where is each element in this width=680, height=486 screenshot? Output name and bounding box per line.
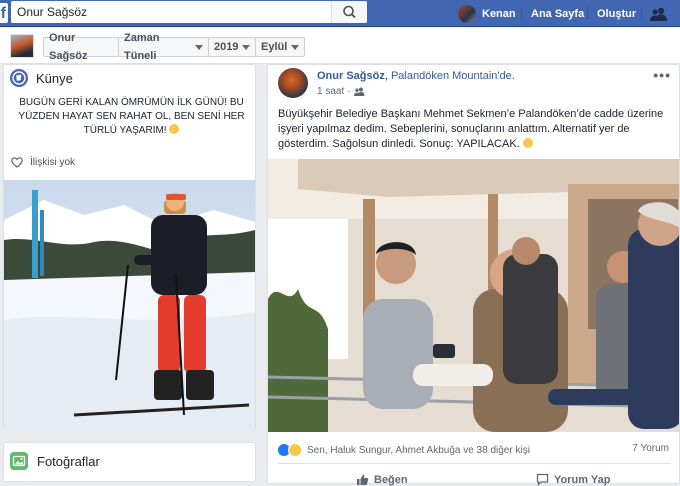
post-options-button[interactable]: ••• [653, 67, 671, 83]
post-photo[interactable] [268, 159, 679, 432]
reactions-summary[interactable]: Sen, Haluk Sungur, Ahmet Akbuğa ve 38 di… [277, 443, 530, 457]
nav-divider [587, 7, 588, 20]
thumbs-up-icon [357, 474, 369, 485]
comment-label: Yorum Yap [554, 473, 611, 486]
like-label: Beğen [374, 473, 408, 486]
reactions-text: Sen, Haluk Sungur, Ahmet Akbuğa ve 38 di… [307, 444, 530, 456]
nav-create-label: Oluştur [597, 7, 637, 20]
nav-profile-link[interactable]: Kenan [458, 0, 516, 27]
photos-icon [10, 452, 28, 470]
nav-profile-name: Kenan [482, 7, 516, 20]
search-input[interactable] [11, 1, 331, 23]
profile-thumbnail[interactable] [10, 34, 34, 58]
relationship-status: İlişkisi yok [11, 157, 75, 168]
meta-dot: · [347, 86, 351, 97]
photos-header: Fotoğraflar [10, 452, 100, 470]
nav-home-label: Ana Sayfa [531, 7, 585, 20]
post-body: Büyükşehir Belediye Başkanı Mehmet Sekme… [278, 108, 664, 150]
chevron-down-icon [242, 44, 251, 50]
divider [278, 463, 671, 464]
post-author-line: Onur Sağsöz, Palandöken Mountain'de. [317, 70, 515, 82]
intro-card: Künye BUGÜN GERİ KALAN ÖMRÜMÜN İLK GÜNÜ!… [3, 64, 256, 432]
post-meta: 1 saat · [317, 86, 365, 97]
globe-icon [10, 69, 28, 87]
post-author-separator: , [384, 70, 388, 82]
chevron-down-icon [195, 44, 203, 50]
smile-emoji-icon [522, 138, 533, 148]
nav-home-link[interactable]: Ana Sayfa [531, 0, 584, 27]
comment-icon [536, 473, 549, 486]
avatar [458, 4, 476, 23]
haha-reaction-icon [288, 443, 302, 457]
post-location-suffix: 'de. [497, 70, 515, 82]
year-dropdown[interactable]: 2019 [208, 37, 256, 57]
nav-divider [641, 7, 642, 20]
top-navigation-bar: f Kenan Ana Sayfa Oluştur [0, 0, 680, 27]
heart-icon [11, 157, 23, 168]
month-label: Eylül [261, 41, 288, 53]
profile-name-button[interactable]: Onur Sağsöz [43, 32, 119, 62]
like-button[interactable]: Beğen [356, 473, 408, 486]
timeline-label: Zaman Tüneli [124, 32, 160, 62]
photos-card: Fotoğraflar [3, 442, 256, 482]
smile-emoji-icon [169, 124, 180, 134]
bio-text: BUGÜN GERİ KALAN ÖMRÜMÜN İLK GÜNÜ! BU YÜ… [16, 96, 247, 138]
bio-content: BUGÜN GERİ KALAN ÖMRÜMÜN İLK GÜNÜ! BU YÜ… [18, 97, 245, 136]
friend-requests-button[interactable] [650, 0, 668, 27]
relationship-label: İlişkisi yok [30, 157, 76, 168]
comment-button[interactable]: Yorum Yap [536, 473, 610, 486]
avatar[interactable] [278, 68, 308, 98]
search-icon [343, 5, 356, 19]
post-text: Büyükşehir Belediye Başkanı Mehmet Sekme… [278, 107, 673, 152]
chevron-down-icon [291, 44, 300, 50]
friends-icon [353, 87, 365, 96]
facebook-logo[interactable]: f [0, 3, 8, 23]
friend-requests-icon [650, 7, 667, 21]
photos-title[interactable]: Fotoğraflar [37, 454, 100, 469]
post-card: Onur Sağsöz, Palandöken Mountain'de. 1 s… [267, 64, 680, 486]
comments-count[interactable]: 7 Yorum [632, 443, 669, 454]
post-timestamp[interactable]: 1 saat [317, 86, 344, 97]
search-box [11, 1, 367, 23]
nav-divider [521, 7, 522, 20]
year-label: 2019 [214, 41, 239, 53]
search-button[interactable] [331, 1, 367, 23]
nav-create-link[interactable]: Oluştur [597, 0, 636, 27]
intro-title: Künye [36, 70, 73, 86]
featured-photo-skier[interactable] [4, 180, 255, 432]
post-author-name[interactable]: Onur Sağsöz [317, 70, 385, 82]
profile-name-label: Onur Sağsöz [49, 32, 88, 62]
intro-header: Künye [10, 69, 73, 87]
timeline-dropdown[interactable]: Zaman Tüneli [118, 32, 209, 62]
profile-subheader: Onur Sağsöz Zaman Tüneli 2019 Eylül [0, 28, 680, 64]
post-location[interactable]: Palandöken Mountain [391, 70, 497, 82]
month-dropdown[interactable]: Eylül [255, 37, 305, 57]
